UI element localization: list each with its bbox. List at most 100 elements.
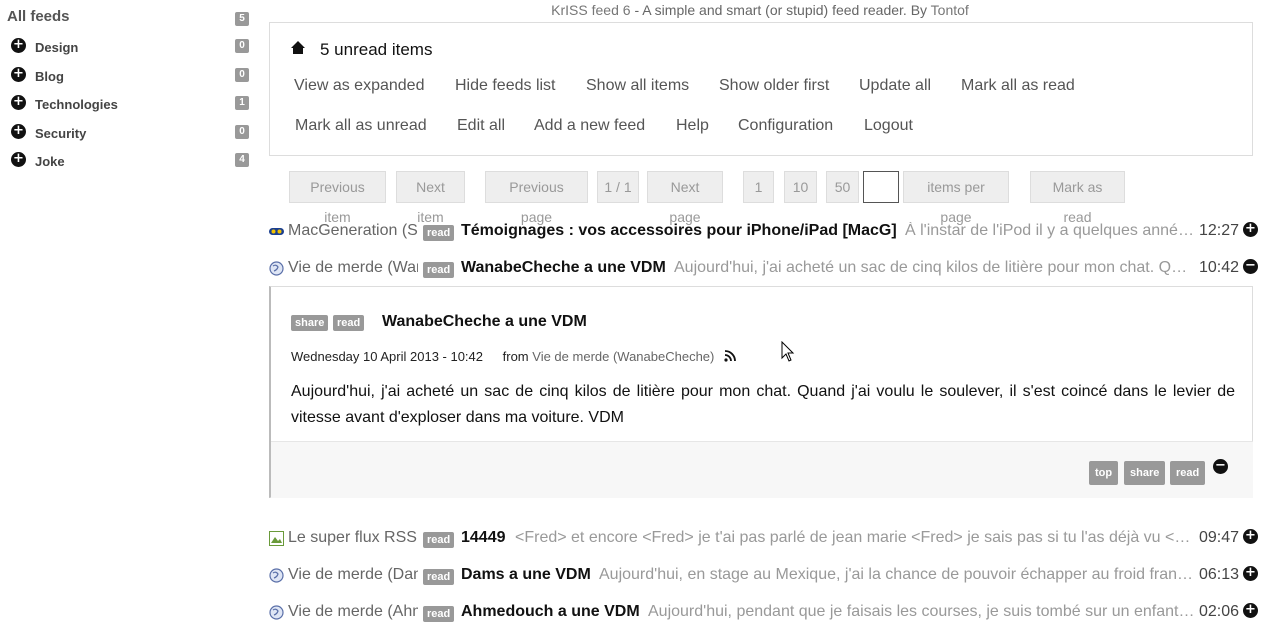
- item-feed-name[interactable]: Vie de merde (WanabeCheche): [288, 259, 418, 277]
- sidebar-folder-blog[interactable]: + Blog 0: [11, 67, 256, 87]
- globe-favicon-icon: [269, 261, 284, 276]
- article-feed-link[interactable]: Vie de merde (WanabeCheche): [532, 349, 714, 364]
- item-excerpt: À l'instar de l'iPod il y a quelques ann…: [905, 222, 1195, 239]
- all-feeds-link[interactable]: All feeds: [7, 8, 70, 25]
- read-tag[interactable]: read: [423, 532, 455, 548]
- expand-item-icon[interactable]: +: [1243, 529, 1258, 544]
- all-feeds-count-badge: 5: [235, 12, 249, 26]
- expand-folder-icon[interactable]: +: [11, 124, 26, 139]
- article-date: Wednesday 10 April 2013 - 10:42: [291, 349, 484, 364]
- app-name-link[interactable]: KrISS feed 6: [551, 2, 630, 18]
- add-new-feed-link[interactable]: Add a new feed: [534, 117, 645, 135]
- collapse-article-icon[interactable]: −: [1213, 459, 1228, 474]
- previous-page-button[interactable]: Previous page: [485, 171, 588, 225]
- hide-feeds-list-link[interactable]: Hide feeds list: [455, 77, 556, 95]
- list-item[interactable]: Vie de merde (Ahmedouch) read Ahmedouch …: [269, 601, 1259, 625]
- item-excerpt: Aujourd'hui, en stage au Mexique, j'ai l…: [599, 566, 1195, 583]
- list-item[interactable]: MacGeneration (S read Témoignages : vos …: [269, 220, 1259, 244]
- list-item[interactable]: Vie de merde (WanabeCheche) read WanabeC…: [269, 257, 1259, 281]
- next-page-button[interactable]: Next page: [647, 171, 723, 225]
- expand-item-icon[interactable]: +: [1243, 222, 1258, 237]
- previous-item-button[interactable]: Previous item: [289, 171, 386, 225]
- item-time: 09:47: [1198, 529, 1239, 546]
- item-time: 10:42: [1198, 259, 1239, 276]
- read-tag[interactable]: read: [423, 262, 455, 278]
- expand-folder-icon[interactable]: +: [11, 38, 26, 53]
- update-all-link[interactable]: Update all: [859, 77, 931, 95]
- sidebar-folder-security[interactable]: + Security 0: [11, 124, 256, 144]
- share-button[interactable]: share: [1124, 461, 1166, 485]
- read-tag[interactable]: read: [423, 606, 455, 622]
- folder-label[interactable]: Design: [35, 40, 78, 55]
- read-button[interactable]: read: [1170, 461, 1206, 485]
- page-indicator: 1 / 1: [597, 171, 639, 203]
- author-link[interactable]: Tontof: [931, 2, 969, 18]
- show-all-items-link[interactable]: Show all items: [586, 77, 689, 95]
- folder-label[interactable]: Technologies: [35, 97, 118, 112]
- expand-item-icon[interactable]: +: [1243, 603, 1258, 618]
- item-time: 06:13: [1198, 566, 1239, 583]
- sidebar-folder-joke[interactable]: + Joke 4: [11, 152, 256, 172]
- item-title[interactable]: WanabeCheche a une VDM: [461, 259, 666, 277]
- items-per-page-button[interactable]: items per page: [903, 171, 1009, 225]
- menu-panel: 5 unread items View as expanded Hide fee…: [269, 22, 1253, 156]
- read-tag[interactable]: read: [423, 225, 455, 241]
- item-feed-name[interactable]: Le super flux RSS: [288, 529, 422, 547]
- per-page-1-button[interactable]: 1: [743, 171, 774, 203]
- folder-label[interactable]: Blog: [35, 69, 64, 84]
- mark-all-as-unread-link[interactable]: Mark all as unread: [295, 117, 427, 135]
- expand-folder-icon[interactable]: +: [11, 152, 26, 167]
- item-excerpt: Aujourd'hui, pendant que je faisais les …: [648, 603, 1195, 620]
- sidebar-folder-technologies[interactable]: + Technologies 1: [11, 95, 256, 115]
- per-page-50-button[interactable]: 50: [826, 171, 859, 203]
- rss-icon[interactable]: [724, 350, 736, 362]
- share-tag[interactable]: share: [291, 315, 329, 331]
- configuration-link[interactable]: Configuration: [738, 117, 833, 135]
- items-per-page-input[interactable]: [863, 171, 899, 203]
- page-header: KrISS feed 6 - A simple and smart (or st…: [270, 2, 1250, 18]
- item-title[interactable]: Dams a une VDM: [461, 566, 591, 584]
- item-title[interactable]: Témoignages : vos accessoires pour iPhon…: [461, 222, 897, 240]
- per-page-10-button[interactable]: 10: [784, 171, 817, 203]
- item-feed-name[interactable]: MacGeneration (S: [288, 222, 418, 240]
- read-tag[interactable]: read: [423, 569, 455, 585]
- folder-label[interactable]: Joke: [35, 154, 65, 169]
- expand-item-icon[interactable]: +: [1243, 566, 1258, 581]
- list-item[interactable]: Le super flux RSS read 14449 <Fred> et e…: [269, 527, 1259, 551]
- folder-count-badge: 0: [235, 39, 249, 53]
- article-footer: top share read −: [271, 441, 1253, 498]
- article-title[interactable]: WanabeCheche a une VDM: [382, 313, 587, 331]
- show-older-first-link[interactable]: Show older first: [719, 77, 829, 95]
- expanded-article: share read WanabeCheche a une VDM Wednes…: [269, 286, 1253, 498]
- view-as-expanded-link[interactable]: View as expanded: [294, 77, 424, 95]
- item-feed-name[interactable]: Vie de merde (Dams): [288, 566, 418, 584]
- globe-favicon-icon: [269, 568, 284, 583]
- expand-folder-icon[interactable]: +: [11, 95, 26, 110]
- help-link[interactable]: Help: [676, 117, 709, 135]
- item-title[interactable]: 14449: [461, 529, 506, 547]
- home-icon[interactable]: [290, 40, 306, 55]
- edit-all-link[interactable]: Edit all: [457, 117, 505, 135]
- header-tagline: - A simple and smart (or stupid) feed re…: [630, 2, 931, 18]
- logout-link[interactable]: Logout: [864, 117, 913, 135]
- list-item[interactable]: Vie de merde (Dams) read Dams a une VDM …: [269, 564, 1259, 588]
- item-time: 02:06: [1198, 603, 1239, 620]
- next-item-button[interactable]: Next item: [396, 171, 465, 225]
- folder-count-badge: 4: [235, 153, 249, 167]
- item-feed-name[interactable]: Vie de merde (Ahmedouch): [288, 603, 418, 621]
- unread-count-title[interactable]: 5 unread items: [320, 40, 432, 60]
- mark-all-as-read-link[interactable]: Mark all as read: [961, 77, 1075, 95]
- folder-count-badge: 0: [235, 68, 249, 82]
- article-body: Aujourd'hui, j'ai acheté un sac de cinq …: [291, 383, 1235, 426]
- image-favicon-icon: [269, 531, 284, 546]
- top-button[interactable]: top: [1089, 461, 1119, 485]
- sidebar-folder-design[interactable]: + Design 0: [11, 38, 256, 58]
- collapse-item-icon[interactable]: −: [1243, 259, 1258, 274]
- mark-as-read-button[interactable]: Mark as read: [1030, 171, 1125, 225]
- folder-label[interactable]: Security: [35, 126, 86, 141]
- from-label: from: [502, 349, 529, 364]
- read-tag[interactable]: read: [333, 315, 365, 331]
- item-title[interactable]: Ahmedouch a une VDM: [461, 603, 640, 621]
- mouse-cursor-icon: [781, 341, 795, 362]
- expand-folder-icon[interactable]: +: [11, 67, 26, 82]
